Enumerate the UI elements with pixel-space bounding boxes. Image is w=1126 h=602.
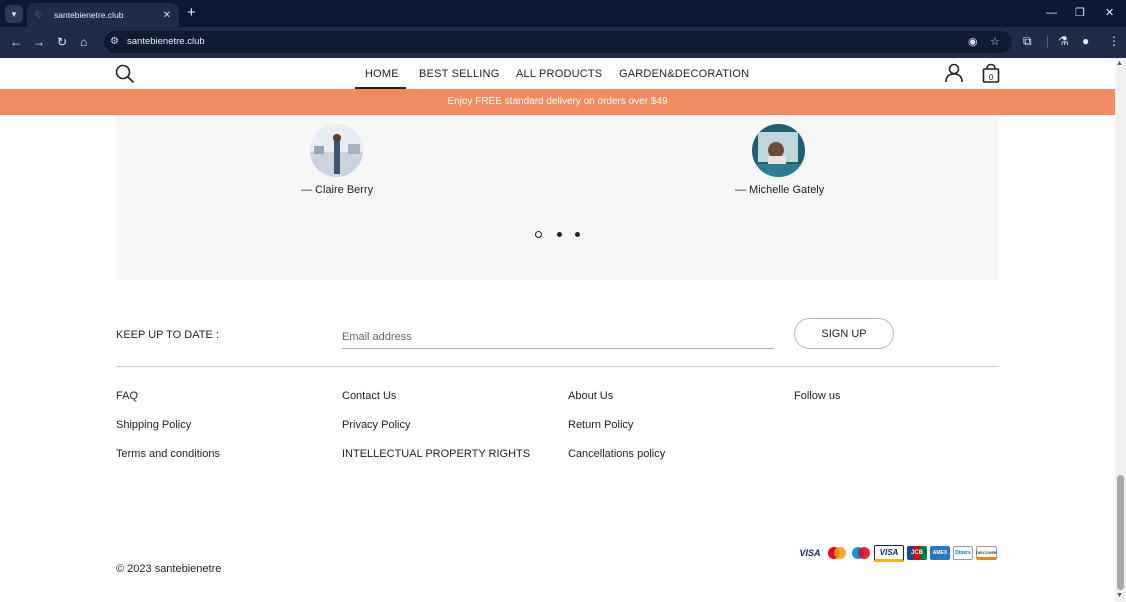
footer-link-cancellations[interactable]: Cancellations policy: [568, 448, 665, 460]
slide-dot-3[interactable]: [575, 232, 580, 237]
scroll-up-icon[interactable]: ▲: [1116, 60, 1123, 67]
footer-link-ip-rights[interactable]: INTELLECTUAL PROPERTY RIGHTS: [342, 448, 530, 460]
testimonial-author: — Michelle Gately: [735, 184, 825, 196]
scrollbar-thumb[interactable]: [1117, 475, 1124, 590]
promo-banner: Enjoy FREE standard delivery on orders o…: [0, 89, 1115, 115]
extensions-icon[interactable]: ⧉: [1023, 34, 1032, 49]
nav-garden-decoration[interactable]: GARDEN&DECORATION: [619, 68, 749, 80]
footer-link-shipping[interactable]: Shipping Policy: [116, 419, 191, 431]
labs-icon[interactable]: ⚗: [1058, 34, 1069, 48]
footer-link-about[interactable]: About Us: [568, 390, 613, 402]
forward-icon[interactable]: →: [33, 35, 45, 49]
bookmark-star-icon[interactable]: ☆: [990, 35, 1000, 48]
search-icon[interactable]: [115, 64, 135, 84]
account-icon[interactable]: [944, 63, 964, 83]
restore-icon[interactable]: ❐: [1075, 6, 1085, 20]
cart-count: 0: [989, 73, 994, 82]
footer-link-terms[interactable]: Terms and conditions: [116, 448, 220, 460]
new-tab-icon[interactable]: +: [187, 5, 196, 21]
close-tab-icon[interactable]: ✕: [163, 10, 171, 21]
testimonials-section: [116, 115, 999, 280]
footer-link-contact[interactable]: Contact Us: [342, 390, 396, 402]
visa-icon: VISA: [799, 548, 821, 558]
footer-link-return[interactable]: Return Policy: [568, 419, 633, 431]
menu-icon[interactable]: ⋮: [1108, 34, 1120, 48]
toolbar-separator: [1047, 36, 1048, 48]
footer-link-privacy[interactable]: Privacy Policy: [342, 419, 410, 431]
cart-icon[interactable]: 0: [982, 63, 1000, 83]
email-input[interactable]: [342, 325, 774, 349]
profile-icon[interactable]: ●: [1082, 34, 1089, 48]
back-icon[interactable]: ←: [10, 35, 22, 49]
tab-search-dropdown-icon[interactable]: ▾: [5, 5, 23, 23]
tab-title: santebienetre.club: [54, 10, 124, 20]
promo-text: Enjoy FREE standard delivery on orders o…: [447, 96, 668, 107]
close-window-icon[interactable]: ✕: [1105, 6, 1114, 20]
avatar: [752, 124, 805, 177]
maestro-icon: [852, 547, 870, 559]
url-text[interactable]: santebienetre.club: [127, 36, 205, 47]
diners-icon: Diners: [953, 546, 973, 560]
scroll-down-icon[interactable]: ▼: [1116, 592, 1123, 599]
jcb-icon: JCB: [907, 546, 927, 560]
home-icon[interactable]: ⌂: [80, 35, 87, 49]
slide-dot-1[interactable]: [535, 231, 542, 238]
testimonial-author: — Claire Berry: [301, 184, 374, 196]
reload-icon[interactable]: ↻: [57, 35, 67, 49]
nav-all-products[interactable]: ALL PRODUCTS: [516, 68, 602, 80]
discover-icon: DISCOVER: [976, 546, 997, 560]
eye-off-icon[interactable]: ◉: [968, 35, 978, 48]
footer-divider: [116, 366, 999, 367]
footer-link-faq[interactable]: FAQ: [116, 390, 138, 402]
avatar: [310, 124, 363, 177]
follow-us-heading: Follow us: [794, 390, 841, 402]
sign-up-button[interactable]: SIGN UP: [794, 318, 894, 349]
slide-dot-2[interactable]: [557, 232, 562, 237]
address-bar[interactable]: [104, 31, 1012, 53]
favicon-icon: ♡: [35, 9, 44, 20]
nav-home[interactable]: HOME: [365, 68, 399, 80]
nav-best-selling[interactable]: BEST SELLING: [419, 68, 499, 80]
amex-icon: AMEX: [930, 546, 950, 560]
copyright: © 2023 santebienetre: [116, 563, 222, 575]
site-info-icon[interactable]: ⚙: [110, 36, 119, 47]
newsletter-label: KEEP UP TO DATE :: [116, 329, 219, 341]
visa-card-icon: VISA: [874, 545, 904, 562]
mastercard-icon: [828, 547, 846, 559]
minimize-icon[interactable]: —: [1046, 6, 1057, 20]
browser-tab[interactable]: ♡ santebienetre.club ✕: [27, 3, 179, 27]
